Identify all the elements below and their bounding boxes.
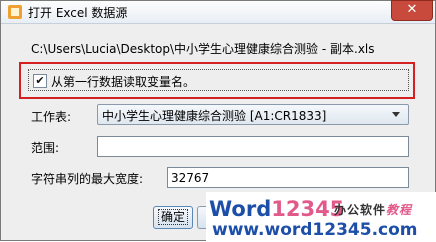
ok-button[interactable]: 确定: [153, 206, 193, 229]
file-path: C:\Users\Lucia\Desktop\中小学生心理健康综合测验 - 副本…: [31, 42, 375, 56]
worksheet-selected-value: 中小学生心理健康综合测验 [A1:CR1833]: [102, 109, 327, 123]
first-row-variable-names-option[interactable]: ✔ 从第一行数据读取变量名。: [28, 69, 409, 91]
max-width-label: 字符串列的最大宽度:: [31, 172, 144, 186]
open-excel-dialog: 打开 Excel 数据源 ✕ C:\Users\Lucia\Desktop\中小…: [0, 0, 436, 242]
first-row-checkbox[interactable]: ✔: [33, 74, 47, 88]
watermark-tagline-a: 办公软件: [334, 203, 387, 217]
dialog-title: 打开 Excel 数据源: [28, 6, 128, 20]
watermark-logo: Word12345: [209, 197, 344, 221]
first-row-checkbox-label[interactable]: 从第一行数据读取变量名。: [51, 73, 195, 90]
watermark: Word12345 办公软件教程 www.word12345.com: [206, 192, 436, 242]
watermark-tagline: 办公软件教程: [334, 201, 412, 218]
worksheet-dropdown[interactable]: 中小学生心理健康综合测验 [A1:CR1833]: [97, 104, 409, 125]
range-label: 范围:: [31, 141, 60, 155]
close-button[interactable]: ✕: [391, 0, 433, 21]
ok-button-label: 确定: [157, 209, 189, 225]
watermark-url: www.word12345.com: [212, 220, 418, 240]
worksheet-label: 工作表:: [31, 110, 72, 124]
watermark-tagline-b: 教程: [386, 203, 413, 217]
title-bar[interactable]: 打开 Excel 数据源 ✕: [1, 0, 435, 24]
max-width-value: 32767: [171, 171, 210, 185]
watermark-logo-word: Word: [209, 197, 272, 221]
max-width-input[interactable]: 32767: [167, 167, 409, 188]
chevron-down-icon[interactable]: [392, 112, 400, 117]
spss-app-icon: [8, 5, 22, 19]
range-input[interactable]: [97, 136, 409, 157]
